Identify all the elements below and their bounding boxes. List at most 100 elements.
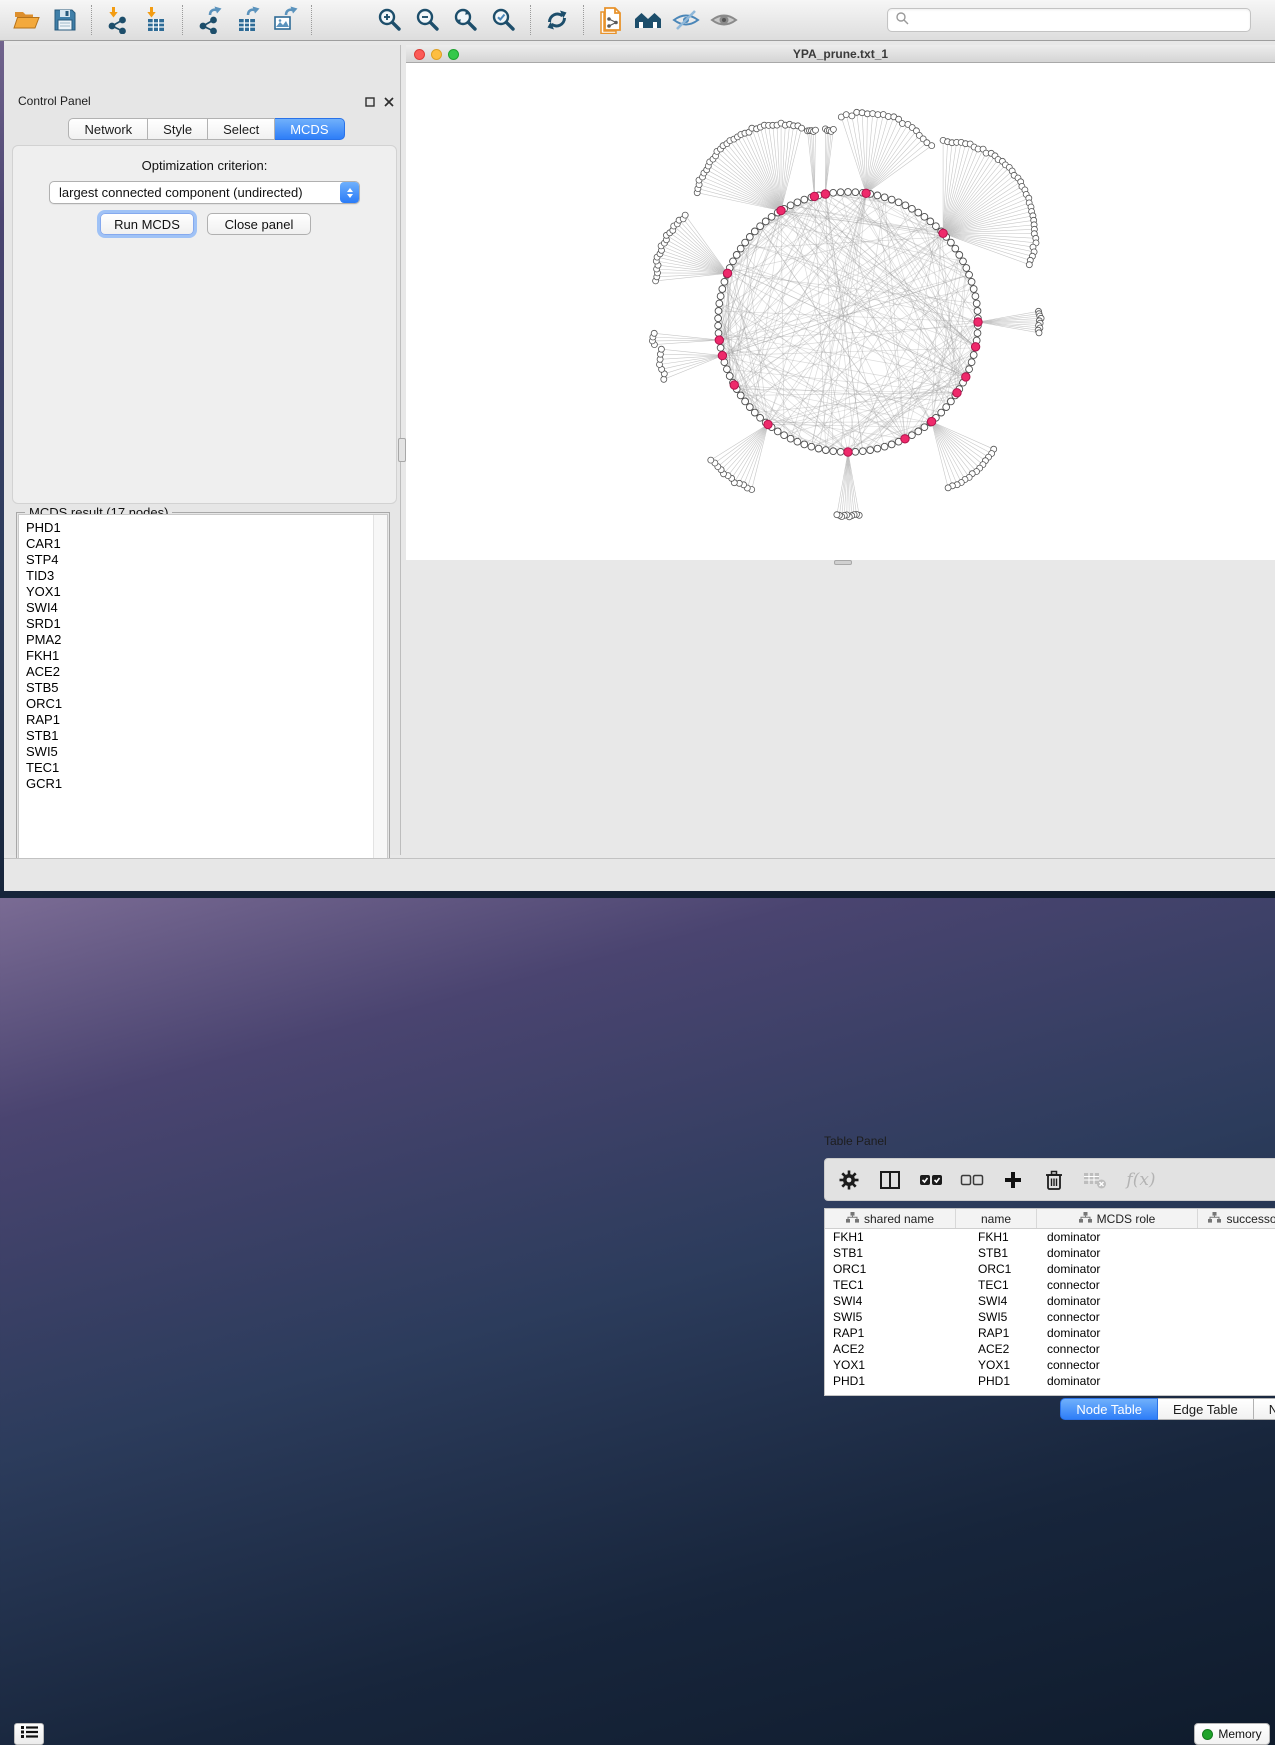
table-header-row: shared namenameMCDS rolesuccessor nodesp… [825,1209,1275,1229]
table-row[interactable]: PHD1PHD1dominator180 [825,1373,1275,1389]
control-panel-title: Control Panel [18,94,91,108]
export-network-icon[interactable] [190,3,228,37]
mcds-result-list[interactable]: PHD1CAR1STP4TID3YOX1SWI4SRD1PMA2FKH1ACE2… [18,514,388,883]
mcds-result-item[interactable]: FKH1 [19,648,387,664]
table-row[interactable]: SWI4SWI4dominator462 [825,1293,1275,1309]
tab-network[interactable]: Network [68,118,148,140]
network-canvas[interactable] [406,63,1275,560]
refresh-icon[interactable] [538,3,576,37]
zoom-fit-icon[interactable] [447,3,485,37]
import-network-icon[interactable] [99,3,137,37]
table-cell: dominator [1037,1293,1198,1309]
mcds-result-item[interactable]: PMA2 [19,632,387,648]
memory-label: Memory [1218,1727,1261,1741]
table-row[interactable]: SWI5SWI5connector431 [825,1309,1275,1325]
sitemap-icon [846,1212,859,1226]
search-box[interactable] [887,8,1251,32]
toolbar-separator [311,5,312,35]
open-folder-icon[interactable] [8,3,46,37]
zoom-selected-icon[interactable] [485,3,523,37]
table-row[interactable]: ORC1ORC1dominator610 [825,1261,1275,1277]
tab-select[interactable]: Select [208,118,275,140]
table-cell: PHD1 [956,1373,1037,1389]
task-history-button[interactable] [14,1723,44,1745]
delete-row-icon[interactable] [1040,1166,1068,1194]
panel-splitter-handle[interactable] [398,438,406,462]
table-cell: dominator [1037,1245,1198,1261]
mcds-result-item[interactable]: ACE2 [19,664,387,680]
table-cell: STB1 [956,1245,1037,1261]
import-table-icon[interactable] [137,3,175,37]
mcds-result-item[interactable]: RAP1 [19,712,387,728]
column-layout-icon[interactable] [876,1166,904,1194]
network-file-icon[interactable] [591,3,629,37]
optimization-criterion-dropdown[interactable]: largest connected component (undirected) [49,181,360,204]
column-header-successor-nodes[interactable]: successor nodes [1198,1209,1275,1228]
memory-button[interactable]: Memory [1194,1723,1270,1745]
table-cell: YOX1 [825,1357,956,1373]
column-header-shared-name[interactable]: shared name [825,1209,956,1228]
table-options-icon[interactable] [835,1166,863,1194]
mcds-result-item[interactable]: TID3 [19,568,387,584]
zoom-in-icon[interactable] [371,3,409,37]
toolbar-separator [182,5,183,35]
mcds-result-item[interactable]: SRD1 [19,616,387,632]
show-graphics-details-icon[interactable] [705,3,743,37]
table-row[interactable]: TEC1TEC1connector472 [825,1277,1275,1293]
mcds-result-item[interactable]: YOX1 [19,584,387,600]
select-all-icon[interactable] [917,1166,945,1194]
tab-node-table[interactable]: Node Table [1060,1398,1158,1420]
tab-style[interactable]: Style [148,118,208,140]
add-row-icon[interactable] [999,1166,1027,1194]
table-cell: SWI5 [825,1309,956,1325]
table-row[interactable]: ACE2ACE2connector311 [825,1341,1275,1357]
network-graph[interactable] [406,63,1275,560]
table-cell: YOX1 [956,1357,1037,1373]
mcds-list-scrollbar[interactable] [373,515,387,882]
mcds-result-item[interactable]: PHD1 [19,520,387,536]
close-panel-button[interactable]: Close panel [207,213,311,235]
close-icon[interactable] [382,95,396,109]
table-row[interactable]: RAP1RAP1dominator352 [825,1325,1275,1341]
mcds-result-item[interactable]: STP4 [19,552,387,568]
table-cell: STB1 [825,1245,956,1261]
column-label: name [981,1212,1011,1226]
column-header-name[interactable]: name [956,1209,1037,1228]
table-cell: RAP1 [956,1325,1037,1341]
table-row[interactable]: FKH1FKH1dominator962 [825,1229,1275,1245]
toolbar-separator [530,5,531,35]
table-tabbar: Node TableEdge TableNetwork TableMotifs [812,1398,1275,1420]
mcds-result-item[interactable]: ORC1 [19,696,387,712]
export-table-icon[interactable] [228,3,266,37]
tab-edge-table[interactable]: Edge Table [1158,1398,1254,1420]
deselect-all-icon[interactable] [958,1166,986,1194]
mcds-result-item[interactable]: SWI5 [19,744,387,760]
memory-status-icon [1202,1729,1213,1740]
hide-graphics-details-icon[interactable] [667,3,705,37]
mcds-result-item[interactable]: SWI4 [19,600,387,616]
zoom-out-icon[interactable] [409,3,447,37]
overview-icon[interactable] [629,3,667,37]
mcds-result-item[interactable]: TEC1 [19,760,387,776]
save-icon[interactable] [46,3,84,37]
mcds-result-item[interactable]: GCR1 [19,776,387,792]
table-cell: PHD1 [825,1373,956,1389]
table-row[interactable]: STB1STB1dominator620 [825,1245,1275,1261]
run-mcds-button[interactable]: Run MCDS [100,213,194,235]
column-header-MCDS-role[interactable]: MCDS role [1037,1209,1198,1228]
mcds-result-item[interactable]: STB5 [19,680,387,696]
table-cell: connector [1037,1341,1198,1357]
float-icon[interactable] [363,95,377,109]
table-row[interactable]: YOX1YOX1connector291 [825,1357,1275,1373]
mcds-result-item[interactable]: STB1 [19,728,387,744]
mcds-result-item[interactable]: CAR1 [19,536,387,552]
export-image-icon[interactable] [266,3,304,37]
search-input[interactable] [913,10,1250,30]
tab-network-table[interactable]: Network Table [1254,1398,1275,1420]
tab-mcds[interactable]: MCDS [275,118,344,140]
function-builder-icon[interactable]: f(x) [1122,1166,1160,1194]
delete-table-icon[interactable] [1081,1166,1109,1194]
table-cell: SWI5 [956,1309,1037,1325]
network-window-title: YPA_prune.txt_1 [406,47,1275,61]
table-cell: 46 [1198,1293,1275,1309]
